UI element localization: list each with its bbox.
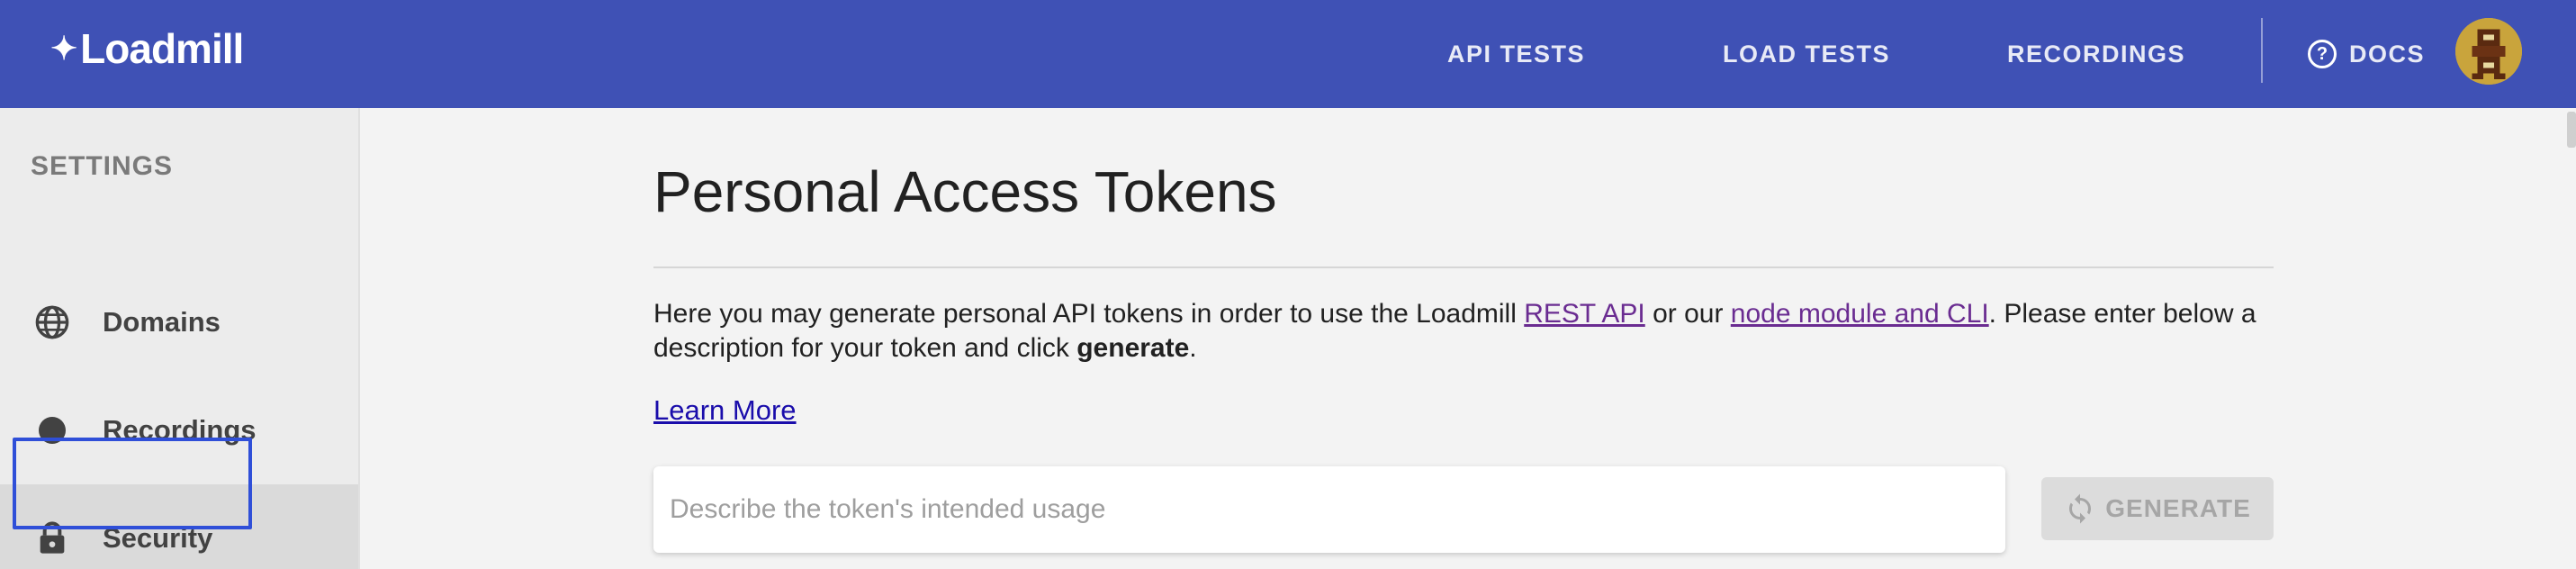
nav-divider: [2261, 18, 2263, 83]
docs-label: DOCS: [2349, 40, 2426, 68]
sidebar-item-label: Domains: [103, 306, 221, 338]
lock-icon: [34, 520, 70, 556]
sidebar-item-label: Security: [103, 522, 213, 554]
sidebar-item-security[interactable]: Security: [0, 484, 358, 569]
generate-emphasis: generate: [1076, 333, 1190, 363]
description-text: Here you may generate personal API token…: [653, 297, 2265, 366]
top-app-bar: ✦ Loadmill API TESTS LOAD TESTS RECORDIN…: [0, 0, 2576, 108]
record-dot-icon: [34, 412, 70, 448]
sidebar-item-recordings[interactable]: Recordings: [0, 376, 358, 484]
description-part: or our: [1644, 299, 1731, 329]
title-divider: [653, 266, 2274, 268]
learn-more-link[interactable]: Learn More: [653, 394, 797, 427]
nav-load-tests[interactable]: LOAD TESTS: [1723, 0, 1890, 108]
rest-api-link[interactable]: REST API: [1524, 299, 1645, 329]
generate-label: GENERATE: [2105, 494, 2251, 522]
scrollbar-thumb[interactable]: [2567, 112, 2576, 148]
logo-text: Loadmill: [80, 25, 244, 72]
description-part: .: [1189, 333, 1197, 363]
help-circle-icon: ?: [2308, 40, 2337, 68]
nav-docs[interactable]: ? DOCS: [2308, 0, 2425, 108]
sidebar-title: SETTINGS: [31, 151, 174, 181]
generate-button[interactable]: GENERATE: [2041, 477, 2274, 540]
description-part: Here you may generate personal API token…: [653, 299, 1525, 329]
node-module-cli-link[interactable]: node module and CLI: [1731, 299, 1989, 329]
globe-icon: [34, 304, 70, 340]
sidebar-item-domains[interactable]: Domains: [0, 268, 358, 376]
sidebar-item-label: Recordings: [103, 414, 257, 446]
nav-recordings[interactable]: RECORDINGS: [2007, 0, 2185, 108]
user-avatar[interactable]: [2455, 18, 2522, 85]
sparkle-icon: ✦: [50, 30, 77, 67]
page-title: Personal Access Tokens: [653, 159, 1277, 224]
token-description-input[interactable]: [653, 466, 2005, 553]
refresh-icon: [2069, 493, 2092, 524]
nav-api-tests[interactable]: API TESTS: [1447, 0, 1585, 108]
settings-sidebar: SETTINGS Domains Recordings Security: [0, 108, 360, 569]
loadmill-logo[interactable]: ✦ Loadmill: [50, 22, 244, 76]
